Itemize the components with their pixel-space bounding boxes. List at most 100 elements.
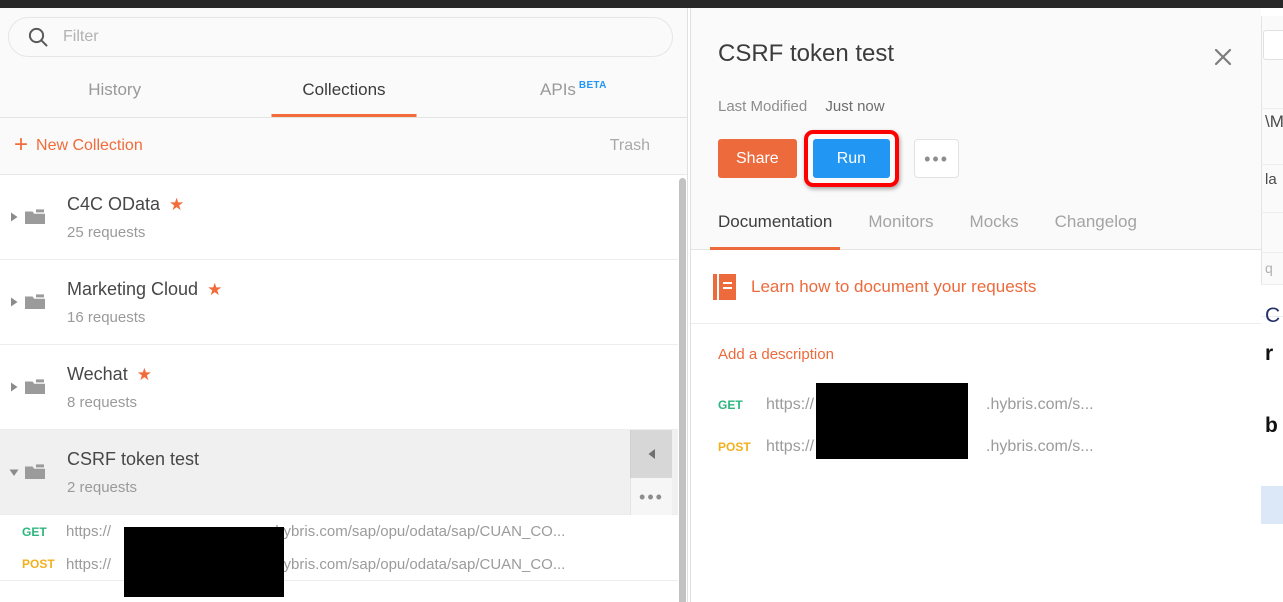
tab-history-label: History	[88, 80, 142, 99]
collection-detail-panel: CSRF token test Last Modified Just now S…	[690, 8, 1261, 602]
collection-more-options-button[interactable]: •••	[630, 478, 672, 515]
background-input-box	[1263, 30, 1283, 60]
request-url-post-prefix: https://	[66, 555, 112, 573]
collection-request-count: 16 requests	[67, 308, 146, 326]
collapse-sidebar-button[interactable]	[630, 430, 672, 478]
new-collection-button[interactable]: + New Collection	[14, 131, 143, 158]
add-description-link[interactable]: Add a description	[691, 324, 1261, 384]
learn-documentation-link[interactable]: Learn how to document your requests	[751, 277, 1036, 297]
background-text-fragment-5: r	[1265, 342, 1274, 365]
panel-action-bar: Share Run •••	[718, 130, 960, 187]
postman-app-window: \M la q C r b History	[0, 0, 1283, 602]
tab-apis-label: APIs	[540, 80, 576, 99]
redaction-block-sidebar	[124, 527, 284, 597]
chevron-down-icon[interactable]	[4, 467, 24, 477]
collection-name: CSRF token test	[67, 448, 200, 469]
collection-toolbar: + New Collection Trash	[0, 118, 687, 175]
search-input[interactable]	[63, 28, 623, 46]
page-title: CSRF token test	[718, 40, 895, 67]
background-text-fragment-4: C	[1265, 304, 1281, 327]
collection-row-wechat[interactable]: Wechat ★ 8 requests	[0, 345, 687, 430]
collection-name: Wechat	[67, 363, 128, 384]
collection-name-wrap: Wechat ★	[67, 364, 152, 385]
folder-icon	[24, 208, 54, 226]
search-icon	[27, 26, 49, 48]
panel-more-options-button[interactable]: •••	[914, 139, 960, 178]
sidebar-scrollbar[interactable]	[678, 178, 687, 602]
background-text-fragment-1: \M	[1265, 112, 1283, 131]
collection-row-marketing-cloud[interactable]: Marketing Cloud ★ 16 requests	[0, 260, 687, 345]
panel-request-url-get-prefix: https://	[766, 396, 815, 413]
panel-request-row-get[interactable]: GET https:// .hybris.com/s...	[691, 384, 1261, 426]
panel-request-row-post[interactable]: POST https:// .hybris.com/s...	[691, 426, 1261, 468]
request-row-post[interactable]: POST https:// .hybris.com/sap/opu/odata/…	[0, 548, 687, 581]
request-row-get[interactable]: GET https:// .hybris.com/sap/opu/odata/s…	[0, 515, 687, 548]
panel-request-url-post-prefix: https://	[766, 438, 815, 455]
star-icon[interactable]: ★	[169, 196, 184, 213]
tab-changelog-label: Changelog	[1054, 212, 1137, 231]
background-text-fragment-6: b	[1265, 414, 1278, 437]
close-icon[interactable]	[1210, 44, 1236, 70]
collection-name: C4C OData	[67, 193, 161, 214]
request-url-get-suffix: .hybris.com/sap/opu/odata/sap/CUAN_CO...	[271, 523, 566, 540]
filter-bar	[8, 17, 673, 57]
collection-name-wrap: Marketing Cloud ★	[67, 279, 222, 300]
collection-request-count: 2 requests	[67, 478, 138, 496]
book-icon	[713, 273, 737, 301]
trash-button[interactable]: Trash	[610, 137, 650, 155]
tab-monitors[interactable]: Monitors	[850, 206, 951, 250]
method-badge-post: POST	[22, 557, 55, 571]
new-collection-label: New Collection	[36, 137, 143, 154]
star-icon[interactable]: ★	[207, 281, 222, 298]
beta-badge: BETA	[578, 80, 607, 91]
plus-icon: +	[14, 131, 29, 158]
tab-collections[interactable]: Collections	[229, 70, 458, 117]
tab-changelog[interactable]: Changelog	[1037, 206, 1155, 250]
folder-icon	[24, 378, 54, 396]
tab-collections-label: Collections	[302, 80, 386, 99]
tab-mocks-label: Mocks	[969, 212, 1019, 231]
collection-name-wrap: CSRF token test	[67, 449, 199, 470]
sidebar-tabs: History Collections APIs BETA	[0, 70, 687, 118]
star-icon[interactable]: ★	[137, 366, 152, 383]
background-text-fragment-3: q	[1265, 260, 1273, 276]
last-modified-label: Last Modified	[718, 98, 808, 115]
collection-text: CSRF token test 2 requests	[67, 449, 199, 496]
last-modified-value: Just now	[825, 98, 885, 115]
collection-text: Marketing Cloud ★ 16 requests	[67, 279, 222, 326]
folder-icon	[24, 293, 54, 311]
sidebar: History Collections APIs BETA + New Coll…	[0, 8, 688, 602]
method-badge-post: POST	[718, 440, 751, 454]
tab-monitors-label: Monitors	[868, 212, 934, 231]
folder-icon	[24, 463, 54, 481]
collection-name-wrap: C4C OData ★	[67, 194, 184, 215]
method-badge-get: GET	[718, 398, 743, 412]
collection-row-csrf-token-test[interactable]: CSRF token test 2 requests •••	[0, 430, 687, 515]
panel-request-url-get-suffix: .hybris.com/s...	[986, 396, 1094, 413]
share-button[interactable]: Share	[718, 139, 797, 178]
collection-text: Wechat ★ 8 requests	[67, 364, 152, 411]
panel-content: Learn how to document your requests Add …	[691, 250, 1261, 602]
learn-documentation-row[interactable]: Learn how to document your requests	[691, 250, 1261, 324]
window-title-bar	[0, 0, 1283, 8]
chevron-right-icon[interactable]	[4, 297, 24, 307]
request-url-post-suffix: .hybris.com/sap/opu/odata/sap/CUAN_CO...	[271, 555, 566, 573]
collection-row-controls: •••	[630, 430, 672, 515]
filter-box[interactable]	[8, 17, 673, 57]
run-button[interactable]: Run	[812, 139, 891, 178]
collection-row-c4c-odata[interactable]: C4C OData ★ 25 requests	[0, 175, 687, 260]
collections-list: C4C OData ★ 25 requests Marketing Cloud …	[0, 175, 687, 602]
tab-mocks[interactable]: Mocks	[952, 206, 1037, 250]
chevron-right-icon[interactable]	[4, 382, 24, 392]
background-right-sliver: \M la q C r b	[1261, 16, 1283, 602]
tab-documentation[interactable]: Documentation	[700, 206, 850, 250]
panel-request-url-post-suffix: .hybris.com/s...	[986, 438, 1094, 455]
tab-documentation-label: Documentation	[718, 212, 833, 231]
background-text-fragment-2: la	[1265, 171, 1277, 188]
tab-history[interactable]: History	[0, 70, 229, 117]
chevron-right-icon[interactable]	[4, 212, 24, 222]
collection-request-count: 25 requests	[67, 223, 146, 241]
sidebar-scrollbar-thumb[interactable]	[679, 178, 686, 602]
tab-apis[interactable]: APIs BETA	[459, 70, 687, 117]
last-modified-info: Last Modified Just now	[718, 98, 885, 115]
